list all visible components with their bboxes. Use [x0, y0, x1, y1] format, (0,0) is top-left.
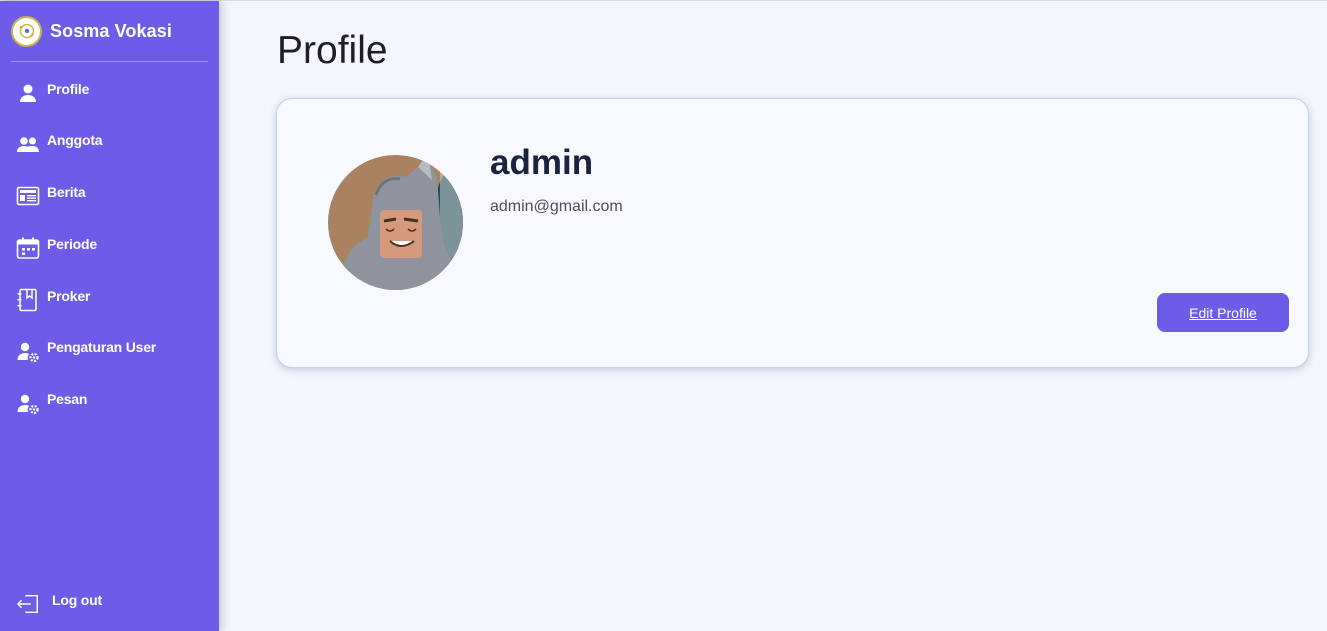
profile-card: admin admin@gmail.com Edit Profile — [276, 98, 1309, 368]
sidebar-item-label: Pesan — [47, 391, 88, 407]
sidebar-item-pengaturan-user[interactable]: Pengaturan User — [16, 339, 156, 363]
sidebar-item-pesan[interactable]: Pesan — [16, 391, 87, 415]
sidebar: Sosma Vokasi Profile Anggota Berita Peri… — [0, 1, 219, 631]
brand[interactable]: Sosma Vokasi — [11, 15, 172, 47]
sidebar-item-label: Proker — [47, 288, 91, 304]
edit-profile-button[interactable]: Edit Profile — [1157, 293, 1289, 332]
sidebar-item-label: Anggota — [47, 132, 103, 148]
profile-email: admin@gmail.com — [490, 198, 623, 215]
profile-username: admin — [490, 143, 594, 182]
logout-icon — [16, 592, 40, 616]
brand-title: Sosma Vokasi — [50, 20, 172, 41]
sidebar-item-anggota[interactable]: Anggota — [16, 132, 103, 156]
sidebar-divider — [11, 61, 208, 62]
page-title: Profile — [277, 29, 388, 72]
user-icon — [16, 81, 40, 105]
logout-button[interactable]: Log out — [16, 592, 102, 616]
avatar — [328, 155, 463, 290]
newspaper-icon — [16, 184, 40, 208]
sidebar-item-periode[interactable]: Periode — [16, 236, 97, 260]
calendar-icon — [16, 236, 40, 260]
sidebar-item-profile[interactable]: Profile — [16, 81, 89, 105]
user-gear-icon — [16, 339, 40, 363]
sidebar-item-label: Berita — [47, 184, 86, 200]
sidebar-item-label: Periode — [47, 236, 97, 252]
sidebar-item-berita[interactable]: Berita — [16, 184, 86, 208]
sidebar-item-label: Pengaturan User — [47, 339, 157, 355]
users-icon — [16, 132, 40, 156]
notebook-icon — [16, 288, 40, 312]
user-gear-icon — [16, 391, 40, 415]
logout-label: Log out — [52, 592, 102, 608]
brand-logo-icon — [11, 15, 42, 47]
sidebar-item-proker[interactable]: Proker — [16, 288, 90, 312]
sidebar-item-label: Profile — [47, 81, 90, 97]
